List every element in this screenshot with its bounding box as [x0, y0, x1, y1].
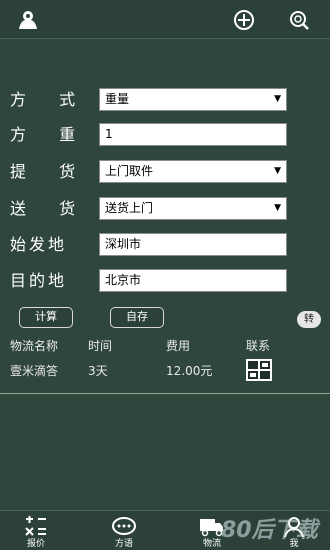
- row-time: 3天: [88, 364, 108, 378]
- delivery-row: 送 货 送货上门 ▼: [0, 196, 330, 222]
- destination-input[interactable]: 北京市: [99, 269, 287, 292]
- origin-input[interactable]: 深圳市: [99, 233, 287, 256]
- destination-row: 目的地 北京市: [0, 268, 330, 294]
- tab-messages-label: 方语: [114, 539, 133, 549]
- tab-messages[interactable]: 方语: [99, 511, 149, 550]
- method-row: 方 式 重量 ▼: [0, 87, 330, 113]
- origin-row: 始发地 深圳市: [0, 232, 330, 258]
- dropdown-arrow-icon: ▼: [274, 166, 281, 176]
- tab-quote-label: 报价: [26, 539, 45, 549]
- method-select[interactable]: 重量 ▼: [99, 88, 287, 111]
- row-cost: 12.00元: [166, 364, 213, 378]
- dropdown-arrow-icon: ▼: [274, 203, 281, 213]
- convert-button[interactable]: 转: [297, 311, 321, 328]
- origin-label: 始发地: [10, 235, 68, 254]
- top-bar: [0, 0, 330, 39]
- table-divider: [0, 393, 330, 394]
- dropdown-arrow-icon: ▼: [274, 94, 281, 104]
- header-contact: 联系: [246, 339, 271, 353]
- method-value: 重量: [105, 92, 130, 106]
- pickup-label: 提 货: [10, 162, 90, 181]
- weight-input[interactable]: 1: [99, 123, 287, 146]
- weight-row: 方 重 1: [0, 122, 330, 148]
- calculator-icon: [25, 516, 46, 536]
- qr-code-icon[interactable]: [246, 359, 272, 381]
- table-header: 物流名称 时间 费用 联系: [0, 336, 330, 356]
- header-cost: 费用: [166, 339, 191, 353]
- pickup-row: 提 货 上门取件 ▼: [0, 159, 330, 185]
- row-name: 壹米滴答: [10, 364, 59, 378]
- calculate-button[interactable]: 计算: [19, 307, 73, 328]
- header-time: 时间: [88, 339, 113, 353]
- method-label: 方 式: [10, 90, 90, 109]
- tab-quote[interactable]: 报价: [11, 511, 61, 550]
- pickup-value: 上门取件: [105, 164, 154, 178]
- add-circle-icon[interactable]: [232, 8, 256, 32]
- watermark: 80后下载: [221, 518, 318, 543]
- table-row[interactable]: 壹米滴答 3天 12.00元: [0, 361, 330, 381]
- weight-label: 方 重: [10, 125, 90, 144]
- header-name: 物流名称: [10, 339, 59, 353]
- person-icon[interactable]: [16, 8, 40, 32]
- chat-bubble-icon: [112, 517, 136, 535]
- delivery-value: 送货上门: [105, 201, 154, 215]
- self-deposit-button[interactable]: 自存: [110, 307, 164, 328]
- search-icon[interactable]: [287, 8, 311, 32]
- delivery-select[interactable]: 送货上门 ▼: [99, 197, 287, 220]
- destination-label: 目的地: [10, 271, 68, 290]
- pickup-select[interactable]: 上门取件 ▼: [99, 160, 287, 183]
- delivery-label: 送 货: [10, 199, 90, 218]
